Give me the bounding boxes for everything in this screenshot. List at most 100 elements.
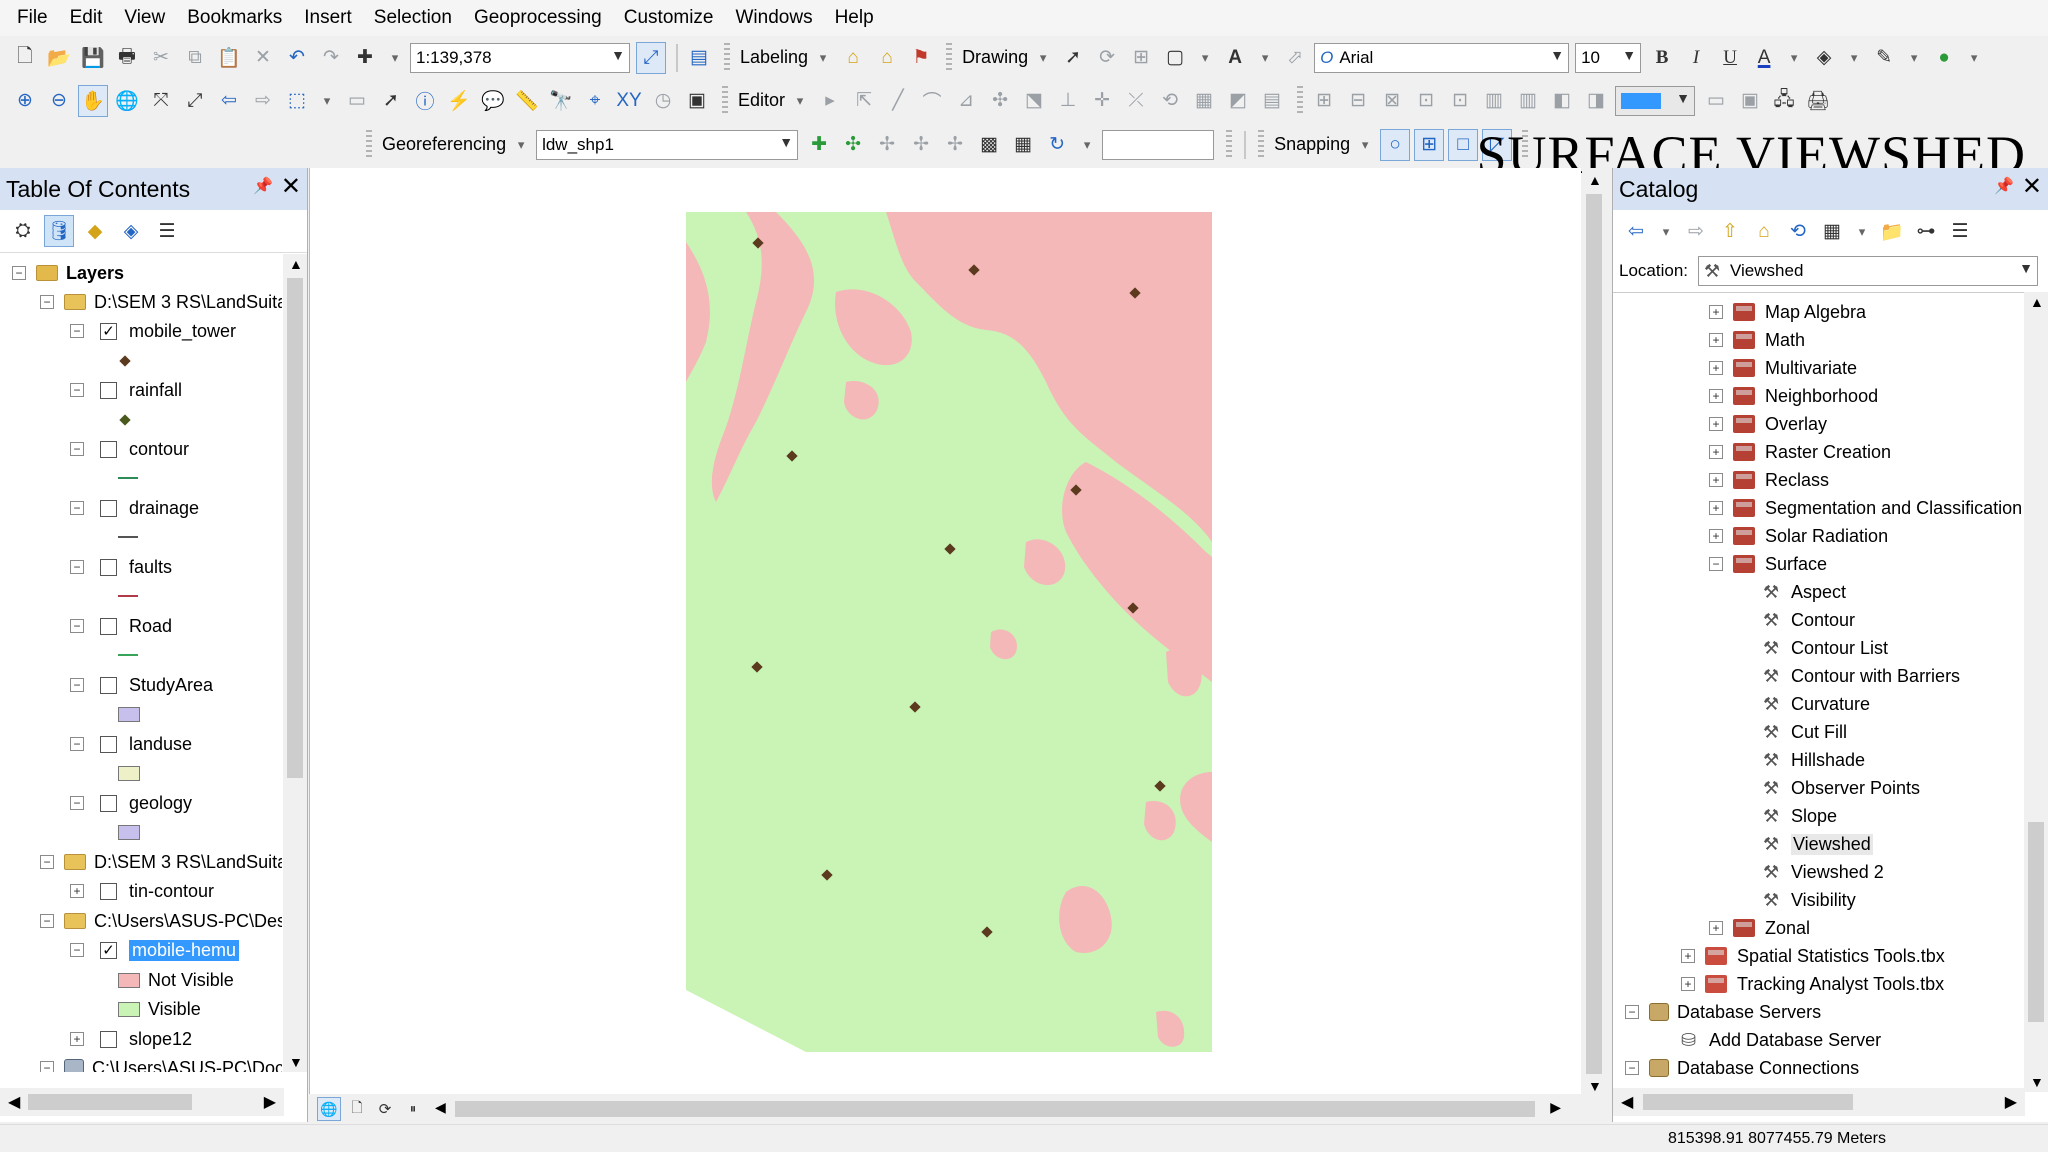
layer-visibility-checkbox[interactable]	[100, 558, 117, 576]
drawing-dropdown-icon[interactable]: ▾	[1032, 42, 1054, 74]
collapse-icon[interactable]: −	[70, 501, 84, 515]
copy-icon[interactable]: ⧉	[180, 42, 210, 74]
expand-icon[interactable]: +	[70, 1032, 84, 1046]
scroll-thumb[interactable]	[287, 278, 303, 778]
georef-value-input[interactable]	[1102, 129, 1215, 160]
menu-selection[interactable]: Selection	[367, 0, 467, 36]
collapse-icon[interactable]: −	[70, 678, 84, 692]
save-icon[interactable]: 💾	[78, 42, 108, 74]
font-name-select[interactable]: O Arial ▼	[1314, 42, 1570, 73]
toolbar-grip[interactable]	[724, 42, 730, 73]
layer-symbol[interactable]	[118, 524, 138, 550]
scroll-left-icon[interactable]: ◀	[1621, 1092, 1633, 1112]
table-of-contents-icon[interactable]: ▤	[684, 42, 714, 74]
scroll-right-icon[interactable]: ▶	[1550, 1099, 1561, 1116]
fixed-zoom-in-icon[interactable]: ⤧	[146, 85, 176, 117]
layer-visibility-checkbox[interactable]: ✓	[100, 941, 117, 959]
layer-symbol[interactable]	[118, 583, 138, 609]
expand-icon[interactable]: +	[1709, 361, 1723, 375]
marker-color-dropdown-icon[interactable]: ▾	[1963, 42, 1985, 74]
sketch-properties-icon[interactable]: ◩	[1223, 85, 1253, 117]
collapse-icon[interactable]: −	[70, 324, 84, 338]
end-snapping-icon[interactable]: ⊞	[1414, 128, 1445, 161]
labeling-dropdown-icon[interactable]: ▾	[812, 42, 834, 74]
database-connections[interactable]: − Database Connections	[1625, 1055, 1859, 1081]
rectangle-dropdown-icon[interactable]: ▾	[1194, 42, 1216, 74]
scroll-thumb[interactable]	[28, 1094, 192, 1110]
focus-data-frame-icon[interactable]: ▣	[1735, 85, 1765, 117]
redo-icon[interactable]: ↷	[316, 42, 346, 74]
attributes-icon[interactable]: ▦	[1189, 85, 1219, 117]
toolbox-spatial-statistics[interactable]: + Spatial Statistics Tools.tbx	[1681, 943, 1945, 969]
location-select[interactable]: ⚒ Viewshed ▼	[1698, 256, 2038, 286]
toolset-multivariate[interactable]: + Multivariate	[1709, 355, 1857, 381]
layer-studyarea[interactable]: − StudyArea	[70, 672, 213, 698]
map-vertical-scrollbar[interactable]: ▲ ▼	[1582, 168, 1606, 1098]
add-data-icon[interactable]: ✚	[350, 42, 380, 74]
collapse-icon[interactable]: −	[70, 619, 84, 633]
add-control-points-icon[interactable]: ✚	[804, 129, 834, 161]
collapse-icon[interactable]: −	[40, 855, 54, 869]
scroll-up-icon[interactable]: ▲	[289, 256, 303, 272]
menu-insert[interactable]: Insert	[297, 0, 367, 36]
labeling-menu[interactable]: Labeling	[740, 47, 808, 68]
print-icon[interactable]: 🖶	[112, 42, 142, 74]
fill-color-icon[interactable]: ◈	[1809, 42, 1839, 74]
straight-segment-icon[interactable]: ╱	[883, 85, 913, 117]
end-point-arc-icon[interactable]: ⌒	[917, 85, 947, 117]
create-viewer-icon[interactable]: ▣	[682, 85, 712, 117]
database-servers[interactable]: − Database Servers	[1625, 999, 1821, 1025]
go-back-icon[interactable]: ⇦	[214, 85, 244, 117]
layer-symbol[interactable]	[119, 348, 131, 374]
forward-icon[interactable]: ⇨	[1681, 216, 1711, 248]
tool-cut-fill[interactable]: ⚒ Cut Fill	[1763, 719, 1847, 745]
text-dropdown-icon[interactable]: ▾	[1254, 42, 1276, 74]
scroll-thumb[interactable]	[2028, 822, 2044, 1022]
delete-icon[interactable]: ✕	[248, 42, 278, 74]
viewer-icon[interactable]: ▩	[974, 129, 1004, 161]
layer-drainage[interactable]: − drainage	[70, 495, 199, 521]
drawing-menu[interactable]: Drawing	[962, 47, 1028, 68]
edit-tool-icon[interactable]: ▸	[815, 85, 845, 117]
source-group[interactable]: − D:\SEM 3 RS\LandSuita	[40, 289, 282, 315]
map-view[interactable]	[309, 168, 1581, 1096]
underline-icon[interactable]: U	[1715, 42, 1745, 74]
edit-vertices-icon[interactable]: ⬔	[1019, 85, 1049, 117]
split-icon[interactable]: ⤫	[1121, 85, 1151, 117]
connect-folder-icon[interactable]: 📁	[1877, 216, 1907, 248]
menu-windows[interactable]: Windows	[729, 0, 828, 36]
tool-visibility[interactable]: ⚒ Visibility	[1763, 887, 1856, 913]
expand-icon[interactable]: +	[1709, 333, 1723, 347]
point-snapping-icon[interactable]: ○	[1380, 128, 1411, 161]
refresh-icon[interactable]: ⟳	[373, 1097, 397, 1121]
layer-visibility-checkbox[interactable]	[100, 676, 117, 694]
layer-visibility-checkbox[interactable]	[100, 735, 117, 753]
toolbar-grip[interactable]	[722, 85, 728, 116]
source-group[interactable]: − D:\SEM 3 RS\LandSuita	[40, 849, 282, 875]
toolset-reclass[interactable]: + Reclass	[1709, 467, 1829, 493]
toolset-segmentation[interactable]: + Segmentation and Classification	[1709, 495, 2022, 521]
label-priority-icon[interactable]: ⌂	[872, 42, 902, 74]
up-one-level-icon[interactable]: ⇧	[1715, 216, 1745, 248]
html-popup-icon[interactable]: 💬	[478, 85, 508, 117]
layer-visibility-checkbox[interactable]	[100, 617, 117, 635]
toolbar-grip[interactable]	[1258, 129, 1265, 160]
menu-customize[interactable]: Customize	[617, 0, 729, 36]
zoom-in-icon[interactable]: ⊕	[10, 85, 40, 117]
toolbar-grip[interactable]	[366, 129, 372, 160]
layer-tin-contour[interactable]: + tin-contour	[70, 878, 214, 904]
layout-zoom-select[interactable]: ▼	[1615, 85, 1696, 116]
collapse-icon[interactable]: −	[70, 560, 84, 574]
layer-visibility-checkbox[interactable]	[100, 440, 117, 458]
cut-polygons-icon[interactable]: ✛	[1087, 85, 1117, 117]
layer-road[interactable]: − Road	[70, 613, 172, 639]
layout-next-icon[interactable]: ◨	[1581, 85, 1611, 117]
menu-help[interactable]: Help	[828, 0, 889, 36]
expand-icon[interactable]: +	[1709, 501, 1723, 515]
expand-icon[interactable]: +	[1709, 529, 1723, 543]
toolset-surface[interactable]: − Surface	[1709, 551, 1827, 577]
legend-item-visible[interactable]: Visible	[118, 996, 201, 1022]
snapping-dropdown-icon[interactable]: ▾	[1354, 129, 1376, 161]
collapse-icon[interactable]: −	[40, 295, 54, 309]
tool-contour-list[interactable]: ⚒ Contour List	[1763, 635, 1888, 661]
